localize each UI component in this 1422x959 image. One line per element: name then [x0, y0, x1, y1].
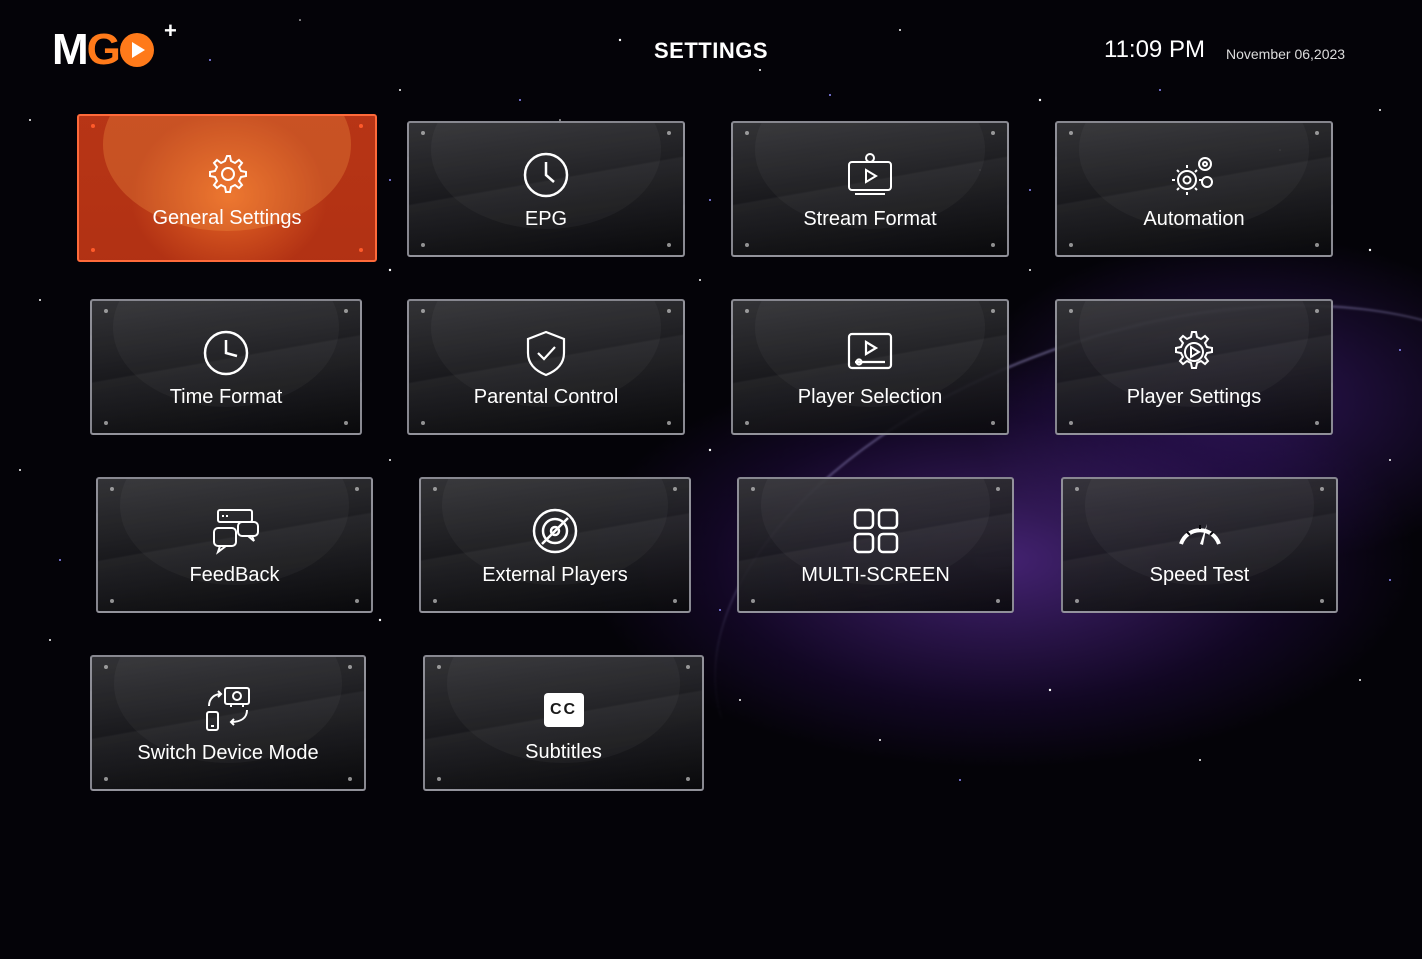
current-date: November 06,2023	[1226, 46, 1346, 62]
tile-label: External Players	[482, 563, 628, 586]
gear-play-icon	[1175, 330, 1213, 369]
tile-label: Stream Format	[803, 207, 937, 230]
cc-icon: CC	[543, 692, 584, 727]
tile-player-selection[interactable]: Player Selection	[731, 299, 1009, 435]
grid-icon	[853, 508, 898, 553]
stream-tv-icon	[848, 152, 892, 195]
tile-label: FeedBack	[189, 563, 280, 586]
feedback-chat-icon	[212, 508, 259, 555]
clock-time: 11:09 PM	[1104, 36, 1205, 63]
gears-automation-icon	[1172, 156, 1213, 195]
tile-label: Player Settings	[1126, 385, 1262, 408]
tile-automation[interactable]: Automation	[1055, 121, 1333, 257]
tile-subtitles[interactable]: CC Subtitles	[423, 655, 704, 791]
tile-multi-screen[interactable]: MULTI-SCREEN	[737, 477, 1014, 613]
switch-device-icon	[206, 686, 250, 731]
tile-epg[interactable]: EPG	[407, 121, 685, 257]
clock-icon	[523, 152, 569, 197]
tile-label: Switch Device Mode	[137, 741, 319, 764]
player-screen-icon	[847, 332, 893, 369]
tile-stream-format[interactable]: Stream Format	[731, 121, 1009, 257]
tile-label: Automation	[1143, 207, 1245, 230]
tile-label: Speed Test	[1149, 563, 1250, 586]
tile-switch-device-mode[interactable]: Switch Device Mode	[90, 655, 366, 791]
tile-label: Time Format	[169, 385, 283, 408]
tile-general-settings[interactable]: General Settings	[77, 114, 377, 262]
gear-icon	[209, 154, 247, 193]
tile-label: Subtitles	[525, 740, 602, 763]
tile-label: EPG	[524, 207, 568, 230]
tile-label: General Settings	[152, 206, 302, 229]
clock-icon	[203, 330, 249, 375]
shield-check-icon	[526, 330, 566, 376]
page-title: SETTINGS	[653, 38, 768, 63]
tile-speed-test[interactable]: Speed Test	[1061, 477, 1338, 613]
tile-player-settings[interactable]: Player Settings	[1055, 299, 1333, 435]
speedometer-icon	[1178, 523, 1221, 545]
tile-label: Parental Control	[473, 385, 619, 408]
tile-label: Player Selection	[797, 385, 943, 408]
tile-label: MULTI-SCREEN	[801, 563, 950, 586]
tile-feedback[interactable]: FeedBack	[96, 477, 373, 613]
tile-parental-control[interactable]: Parental Control	[407, 299, 685, 435]
disc-icon	[532, 508, 578, 553]
tile-time-format[interactable]: Time Format	[90, 299, 362, 435]
tile-external-players[interactable]: External Players	[419, 477, 691, 613]
